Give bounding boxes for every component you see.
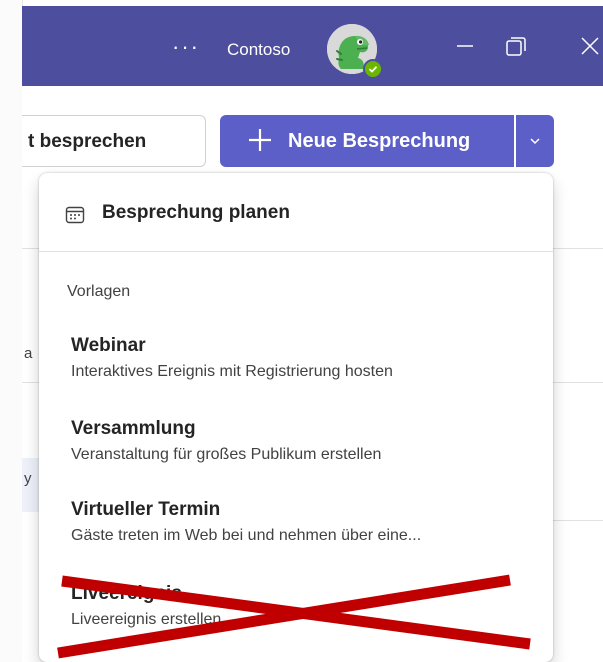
cross-out-mark: [57, 574, 531, 659]
